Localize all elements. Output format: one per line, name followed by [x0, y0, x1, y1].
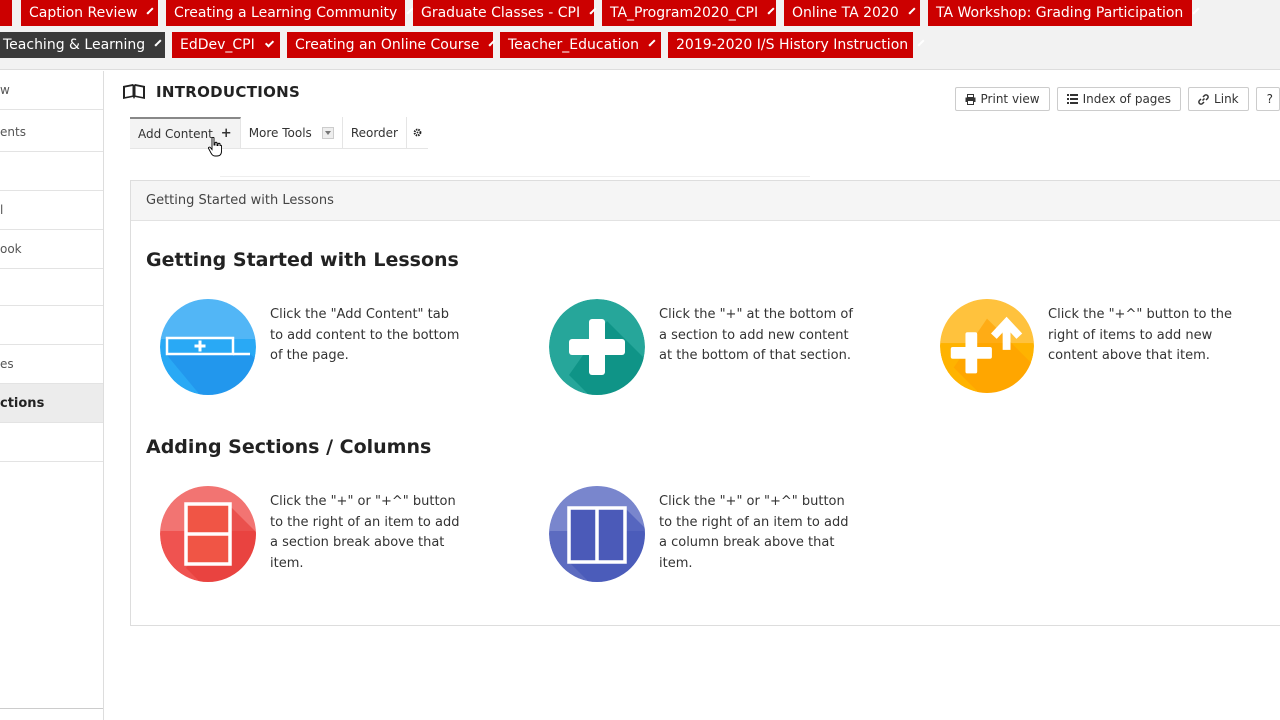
add-content-tab[interactable]: Add Content +	[130, 117, 241, 148]
chevron-down-icon[interactable]	[648, 38, 656, 47]
page-title-text: INTRODUCTIONS	[156, 83, 301, 101]
site-tab-partial[interactable]	[0, 0, 12, 26]
chevron-down-icon[interactable]	[917, 38, 925, 47]
hand-cursor-icon	[208, 137, 222, 157]
nav-item-blank[interactable]	[0, 152, 103, 191]
site-tab-ta-program[interactable]: TA_Program2020_CPI	[602, 0, 776, 26]
page-title: INTRODUCTIONS	[122, 83, 300, 101]
chevron-down-icon[interactable]	[767, 6, 775, 15]
nav-item-overview[interactable]: w	[0, 71, 103, 110]
site-tab-label: Teacher_Education	[508, 37, 640, 53]
heading-getting-started: Getting Started with Lessons	[146, 249, 459, 271]
chevron-down-icon[interactable]	[908, 6, 916, 15]
section-header: Getting Started with Lessons	[131, 181, 1280, 221]
site-tab-label: Caption Review	[29, 5, 138, 21]
plus-icon	[549, 299, 645, 395]
site-tab-label: Graduate Classes - CPI	[421, 5, 581, 21]
settings-tab[interactable]	[407, 117, 428, 148]
nav-divider	[0, 708, 103, 720]
site-tab-label: TA_Program2020_CPI	[610, 5, 759, 21]
feature-column-break: Click the "+" or "+^" button to the righ…	[549, 486, 854, 582]
feature-text: Click the "+" or "+^" button to the righ…	[659, 494, 849, 571]
site-tab-label: EdDev_CPI	[180, 37, 255, 53]
plus-up-icon	[940, 299, 1034, 393]
print-view-button[interactable]: Print view	[954, 87, 1050, 111]
list-icon	[1066, 94, 1078, 104]
chevron-down-icon[interactable]	[1192, 6, 1200, 15]
feature-text: Click the "+^" button to the right of it…	[1048, 307, 1232, 363]
section-break-icon	[160, 486, 256, 582]
nav-item-blank-3[interactable]	[0, 306, 103, 345]
site-tab-teaching-learning[interactable]: Teaching & Learning	[0, 32, 165, 58]
chevron-down-icon[interactable]	[488, 38, 496, 47]
left-tool-menu: w ents l ook es ctions	[0, 71, 104, 720]
book-icon	[123, 84, 145, 99]
site-tab-learning-community[interactable]: Creating a Learning Community	[166, 0, 414, 26]
feature-text: Click the "+" at the bottom of a section…	[659, 307, 853, 363]
site-tab-ta-workshop[interactable]: TA Workshop: Grading Participation	[928, 0, 1200, 26]
site-tab-graduate-classes[interactable]: Graduate Classes - CPI	[413, 0, 597, 26]
chevron-down-icon[interactable]	[589, 6, 597, 15]
site-tab-caption-review[interactable]: Caption Review	[21, 0, 158, 26]
gear-icon	[413, 128, 422, 137]
site-tab-online-ta[interactable]: Online TA 2020	[784, 0, 920, 26]
reorder-tab[interactable]: Reorder	[343, 117, 407, 148]
site-tab-label: Creating an Online Course	[295, 37, 480, 53]
site-tab-teacher-education[interactable]: Teacher_Education	[500, 32, 661, 58]
chevron-down-icon[interactable]	[264, 37, 275, 48]
nav-item-introductions[interactable]: ctions	[0, 384, 103, 423]
site-tab-history-instruction[interactable]: 2019-2020 I/S History Instruction	[668, 32, 925, 58]
feature-add-above-item: Click the "+^" button to the right of it…	[940, 299, 1243, 393]
feature-text: Click the "Add Content" tab to add conte…	[270, 307, 460, 363]
site-tab-label: TA Workshop: Grading Participation	[936, 5, 1184, 21]
add-content-icon	[160, 299, 256, 395]
nav-item-blank-4[interactable]	[0, 423, 103, 462]
site-tab-online-course[interactable]: Creating an Online Course	[287, 32, 496, 58]
nav-item-blank-2[interactable]	[0, 267, 103, 306]
feature-text: Click the "+" or "+^" button to the righ…	[270, 494, 460, 571]
site-navigation-bar: Caption Review Creating a Learning Commu…	[0, 0, 1280, 70]
dropdown-arrow-icon	[321, 126, 334, 139]
nav-item-resources[interactable]: es	[0, 345, 103, 384]
link-button[interactable]: Link	[1188, 87, 1249, 111]
site-tab-eddev[interactable]: EdDev_CPI	[172, 32, 280, 58]
feature-add-content: Click the "Add Content" tab to add conte…	[160, 299, 465, 395]
chevron-down-icon[interactable]	[154, 38, 162, 47]
printer-icon	[965, 93, 976, 105]
feature-add-section-content: Click the "+" at the bottom of a section…	[549, 299, 854, 395]
help-button[interactable]: ?	[1255, 87, 1280, 111]
lesson-section: Getting Started with Lessons Getting Sta…	[130, 180, 1280, 626]
site-tab-label: 2019-2020 I/S History Instruction	[676, 37, 909, 53]
site-tab-label: Creating a Learning Community	[174, 5, 398, 21]
link-icon	[1198, 93, 1209, 105]
more-tools-tab[interactable]: More Tools	[241, 117, 343, 148]
site-tab-label: Online TA 2020	[792, 5, 899, 21]
nav-item-announcements[interactable]: ents	[0, 113, 103, 152]
site-tab-label: Teaching & Learning	[3, 37, 146, 53]
page-tool-buttons: Print view Index of pages Link ?	[948, 87, 1280, 111]
chevron-down-icon[interactable]	[146, 6, 155, 15]
index-of-pages-button[interactable]: Index of pages	[1056, 87, 1182, 111]
toolbar-divider	[220, 151, 810, 177]
nav-item-l[interactable]: l	[0, 191, 103, 230]
nav-item-gradebook[interactable]: ook	[0, 230, 103, 269]
heading-sections-columns: Adding Sections / Columns	[146, 436, 432, 458]
lesson-toolbar: Add Content + More Tools Reorder	[130, 117, 428, 149]
feature-section-break: Click the "+" or "+^" button to the righ…	[160, 486, 465, 582]
main-content: INTRODUCTIONS Print view Index of pages …	[104, 71, 1280, 720]
plus-icon: +	[220, 126, 232, 141]
column-break-icon	[549, 486, 645, 582]
